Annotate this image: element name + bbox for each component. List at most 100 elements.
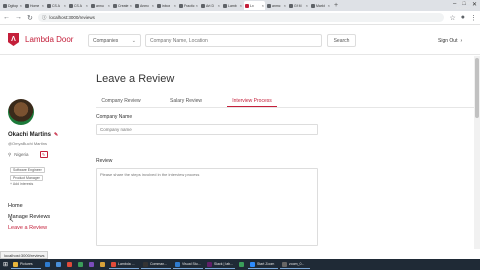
browser-tab[interactable]: annu × [90, 1, 111, 10]
close-tab-icon[interactable]: × [20, 3, 22, 8]
browser-tab-label: Fractic [184, 3, 195, 8]
forward-icon[interactable]: → [15, 14, 22, 21]
taskbar-item[interactable] [43, 260, 52, 269]
app-icon [67, 262, 72, 267]
avatar [8, 99, 34, 125]
close-tab-icon[interactable]: × [240, 3, 242, 8]
taskbar-item[interactable] [65, 260, 74, 269]
close-tab-icon[interactable]: × [152, 3, 154, 8]
url-field[interactable]: ⓘ localhost:3000/reviews [37, 13, 445, 22]
brand-name[interactable]: Lambda Door [25, 35, 73, 44]
app-icon [175, 261, 180, 267]
taskbar-clock[interactable]: 4:48 PM 6/1/2020 [456, 1, 470, 10]
browser-tab[interactable]: Gf M × [288, 1, 309, 10]
tab-interview-process[interactable]: Interview Process [227, 95, 277, 107]
favicon-icon [179, 3, 183, 8]
company-name-input[interactable] [96, 124, 318, 135]
windows-start-icon[interactable]: ⊞ [2, 261, 9, 268]
taskbar-item[interactable] [98, 260, 107, 269]
app-icon [78, 262, 83, 267]
close-tab-icon[interactable]: × [174, 3, 176, 8]
sidebar-item-leave-review[interactable]: Leave a Review [8, 225, 47, 231]
browser-tab[interactable]: Lamb × [222, 1, 243, 10]
close-tab-icon[interactable]: × [196, 3, 198, 8]
browser-tab[interactable]: Markt × [310, 1, 331, 10]
close-tab-icon[interactable]: × [284, 3, 286, 8]
browser-tab[interactable]: anmc × [266, 1, 287, 10]
user-handle: @OmyaBuchi Martins [8, 141, 47, 146]
taskbar-item[interactable]: Start Zoom [248, 260, 278, 269]
mouse-cursor-icon: ↖ [9, 218, 15, 224]
sign-out-link[interactable]: Sign Out › [438, 38, 462, 44]
taskbar-item[interactable]: Pictures [11, 260, 41, 269]
favicon-icon [91, 3, 95, 8]
tab-salary-review[interactable]: Salary Review [162, 95, 210, 107]
app-icon [45, 262, 50, 267]
favicon-icon [245, 3, 249, 8]
close-tab-icon[interactable]: × [218, 3, 220, 8]
taskbar-item[interactable] [237, 260, 246, 269]
edit-pencil-icon[interactable]: ✎ [54, 132, 58, 138]
edit-location-button[interactable]: ✎ [39, 151, 48, 158]
menu-dots-icon[interactable]: ⋮ [470, 14, 477, 22]
bookmark-star-icon[interactable]: ☆ [449, 14, 455, 22]
scrollbar-thumb[interactable] [475, 58, 479, 118]
lambda-logo-icon[interactable]: Λ [8, 33, 19, 46]
close-tab-icon[interactable]: × [130, 3, 132, 8]
location-text: Nigeria [14, 152, 29, 157]
taskbar-item[interactable]: Lambda ... [109, 260, 139, 269]
browser-tab[interactable]: inbox × [156, 1, 177, 10]
app-icon [143, 261, 148, 267]
close-tab-icon[interactable]: × [328, 3, 330, 8]
close-tab-icon[interactable]: × [42, 3, 44, 8]
taskbar-item[interactable]: Slack | lab... [205, 260, 235, 269]
page-scrollbar[interactable] [474, 56, 480, 249]
browser-tab-label: CS A [74, 3, 82, 8]
windows-taskbar: ⊞ Pictures Lambda ... Comman... Visual Stu.… [0, 259, 480, 270]
favicon-icon [113, 3, 117, 8]
new-tab-button[interactable]: + [334, 2, 338, 9]
browser-tab-label: Art D [206, 3, 214, 8]
close-tab-icon[interactable]: × [108, 3, 110, 8]
browser-tab[interactable]: Fractic × [178, 1, 199, 10]
browser-tab[interactable]: Art D × [200, 1, 221, 10]
browser-tab[interactable]: Dgitop × [2, 1, 23, 10]
browser-tab[interactable]: CS A × [46, 1, 67, 10]
browser-tab[interactable]: Home × [24, 1, 45, 10]
sidebar-item-home[interactable]: Home [8, 203, 23, 209]
taskbar-item[interactable] [87, 260, 96, 269]
back-icon[interactable]: ← [3, 14, 10, 21]
close-tab-icon[interactable]: × [262, 3, 264, 8]
browser-tab-label: Lamb [228, 3, 237, 8]
taskbar-item[interactable]: zoom_0... [280, 260, 310, 269]
close-tab-icon[interactable]: × [64, 3, 66, 8]
tab-company-review[interactable]: Company Review [96, 95, 146, 107]
sidebar-item-manage-reviews[interactable]: Manage Reviews [8, 214, 50, 220]
review-textarea[interactable] [96, 168, 318, 246]
chevron-right-icon: › [460, 38, 463, 44]
taskbar-item-label: Visual Stu... [182, 262, 201, 266]
close-window-icon[interactable]: ✕ [472, 1, 477, 8]
browser-tab[interactable]: Lx × [244, 1, 265, 10]
favicon-icon [267, 3, 271, 8]
browser-tab[interactable]: Anmc × [134, 1, 155, 10]
review-type-tabs: Company Review Salary Review Interview P… [96, 95, 476, 108]
taskbar-item[interactable]: Comman... [141, 260, 171, 269]
taskbar-item[interactable] [54, 260, 63, 269]
search-input[interactable] [145, 34, 322, 47]
close-tab-icon[interactable]: × [86, 3, 88, 8]
browser-tab[interactable]: Create × [112, 1, 133, 10]
add-interests-link[interactable]: + Add interests [10, 182, 33, 186]
address-bar-row: ← → ↻ ⓘ localhost:3000/reviews ☆ ● ⋮ [0, 11, 480, 25]
profile-icon[interactable]: ● [461, 14, 465, 21]
taskbar-item[interactable]: Visual Stu... [173, 260, 203, 269]
browser-status-bar: localhost:3000/reviews [0, 251, 49, 259]
browser-tab-label: inbox [162, 3, 171, 8]
reload-icon[interactable]: ↻ [27, 14, 33, 22]
companies-select[interactable]: Companies ⌄ [88, 34, 141, 47]
close-tab-icon[interactable]: × [306, 3, 308, 8]
interest-tag: Product Manager [10, 175, 43, 181]
browser-tab[interactable]: CS A × [68, 1, 89, 10]
taskbar-item[interactable] [76, 260, 85, 269]
search-button[interactable]: Search [327, 34, 356, 47]
